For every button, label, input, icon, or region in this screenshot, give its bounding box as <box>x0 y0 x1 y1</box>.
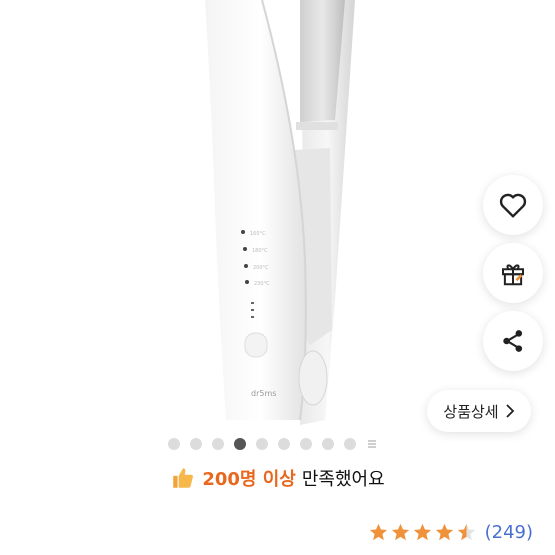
rating[interactable]: (249) <box>369 522 533 543</box>
gift-button[interactable] <box>483 243 543 303</box>
carousel-dot[interactable] <box>256 438 268 450</box>
product-detail-label: 상품상세 <box>443 402 499 421</box>
carousel-dot[interactable] <box>212 438 224 450</box>
svg-text:160°C: 160°C <box>250 231 266 237</box>
star-icon <box>369 523 387 541</box>
brand-mark: dr5ms <box>251 389 276 398</box>
satisfaction-text: 만족했어요 <box>301 469 385 490</box>
review-count[interactable]: (249) <box>485 522 533 543</box>
svg-text:180°C: 180°C <box>252 248 268 254</box>
thumbs-up-icon <box>173 468 194 488</box>
floating-actions <box>475 0 555 440</box>
wishlist-button[interactable] <box>483 175 543 235</box>
carousel-dot[interactable] <box>168 438 180 450</box>
star-icon <box>435 523 453 541</box>
star-icon <box>413 523 431 541</box>
carousel-dot[interactable] <box>278 438 290 450</box>
star-rating <box>369 523 476 542</box>
carousel-dot[interactable] <box>300 438 312 450</box>
satisfaction-count: 200명 이상 <box>202 469 296 490</box>
chevron-right-icon <box>505 404 514 418</box>
satisfaction-banner: 200명 이상 만족했어요 <box>0 465 555 491</box>
svg-text:200°C: 200°C <box>253 265 269 271</box>
share-button[interactable] <box>483 311 543 371</box>
carousel-dot[interactable] <box>190 438 202 450</box>
svg-text:230°C: 230°C <box>254 281 270 287</box>
star-icon <box>457 523 475 541</box>
carousel-dot[interactable] <box>322 438 334 450</box>
carousel-dot[interactable] <box>234 438 246 450</box>
more-images-icon[interactable] <box>366 438 378 450</box>
heart-icon <box>499 193 527 218</box>
product-image: 160°C 180°C 200°C 230°C dr5ms <box>205 0 355 425</box>
star-icon <box>391 523 409 541</box>
carousel-dot[interactable] <box>344 438 356 450</box>
share-icon <box>503 330 523 352</box>
gift-icon <box>502 264 524 286</box>
product-detail-button[interactable]: 상품상세 <box>427 390 531 432</box>
carousel-pagination <box>168 438 378 450</box>
